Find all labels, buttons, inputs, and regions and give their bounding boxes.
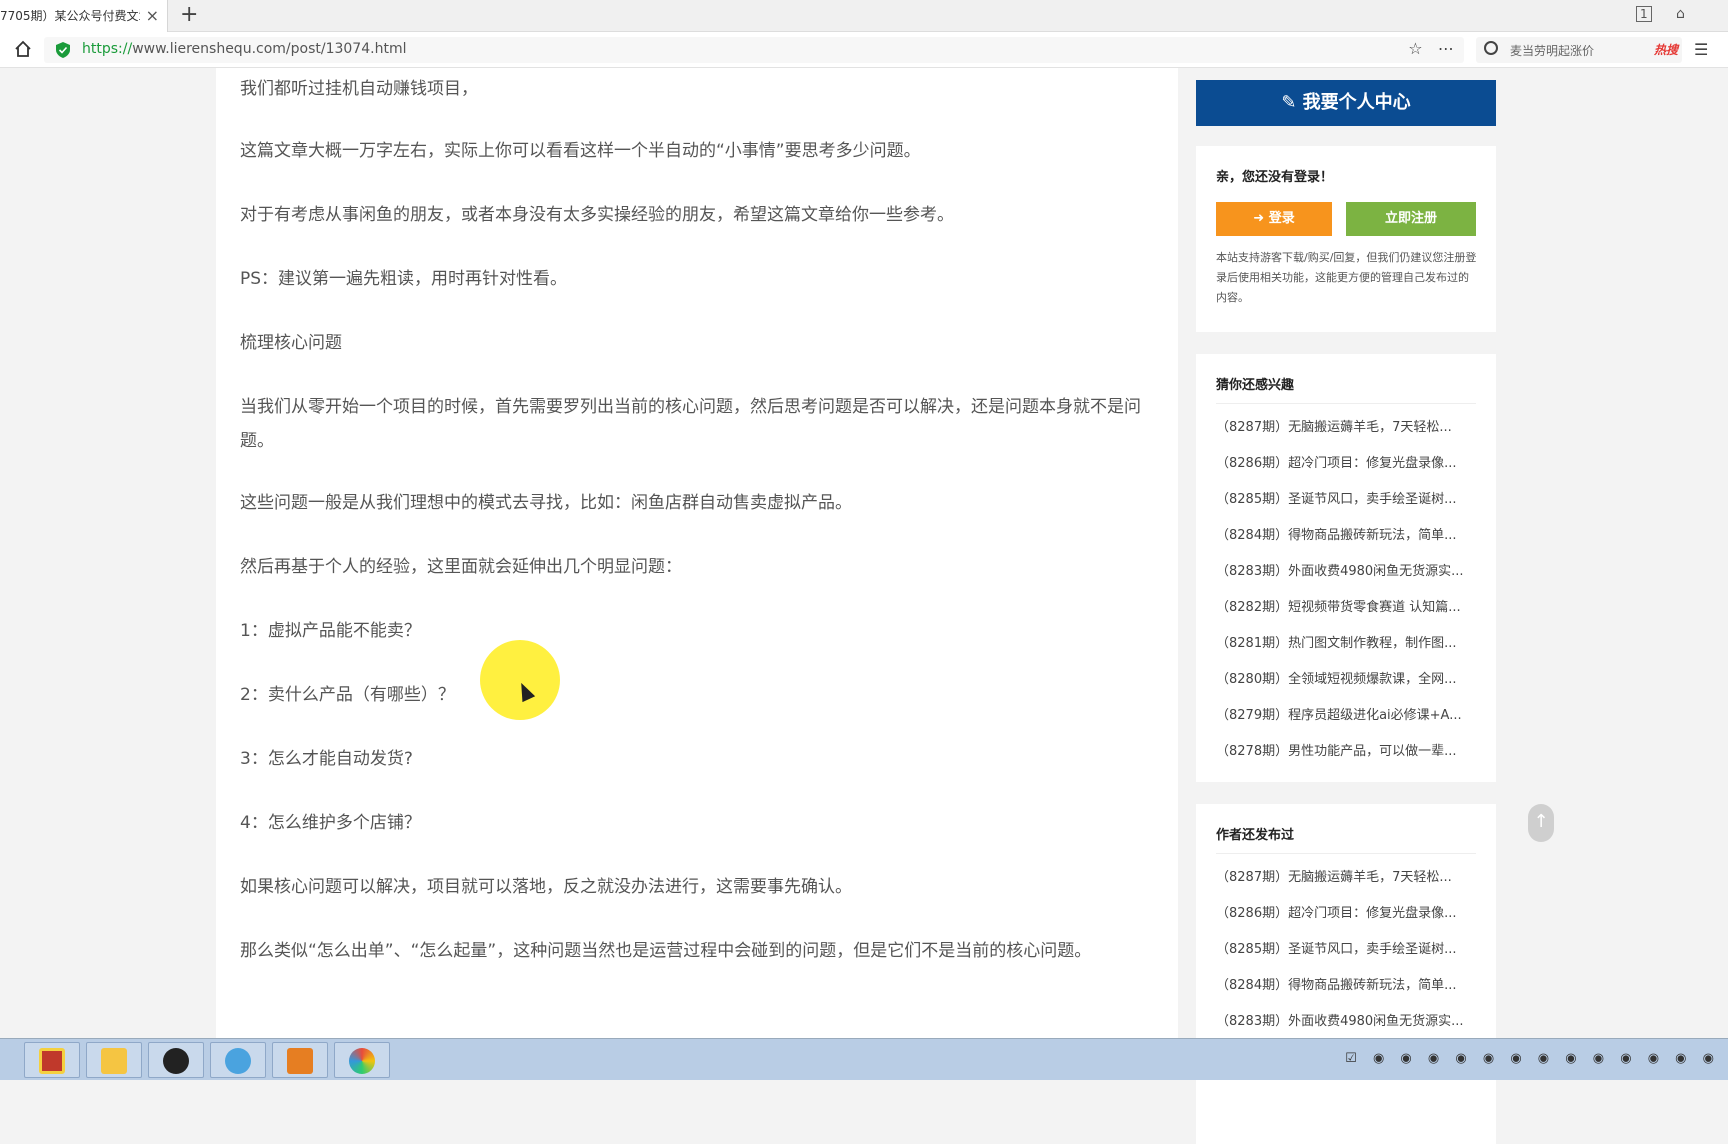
- article-paragraph: 我们都听过挂机自动赚钱项目，: [240, 79, 478, 99]
- author-title: 作者还发布过: [1216, 824, 1476, 854]
- article-paragraph: 对于有考虑从事闲鱼的朋友，或者本身没有太多实操经验的朋友，希望这篇文章给你一些参…: [240, 205, 954, 225]
- guess-link[interactable]: （8282期）短视频带货零食赛道 认知篇...: [1216, 590, 1478, 626]
- qq-penguin-icon: [163, 1048, 189, 1074]
- taskbar-app-3[interactable]: [148, 1042, 204, 1078]
- guess-title: 猜你还感兴趣: [1216, 374, 1476, 404]
- search-icon: [1484, 41, 1498, 55]
- article-paragraph: 如果核心问题可以解决，项目就可以落地，反之就没办法进行，这需要事先确认。: [240, 877, 852, 897]
- article-paragraph: 当我们从零开始一个项目的时候，首先需要罗列出当前的核心问题，然后思考问题是否可以…: [240, 397, 1141, 451]
- edit-icon: ✎: [1281, 92, 1303, 113]
- article-paragraph: 2：卖什么产品（有哪些）？: [240, 685, 455, 705]
- taskbar-app-4[interactable]: [210, 1042, 266, 1078]
- article-paragraph: 3：怎么才能自动发货?: [240, 749, 413, 769]
- guess-link[interactable]: （8286期）超冷门项目：修复光盘录像...: [1216, 446, 1478, 482]
- article-paragraph: 这些问题一般是从我们理想中的模式去寻找，比如：闲鱼店群自动售卖虚拟产品。: [240, 493, 852, 513]
- guess-you-like-card: 猜你还感兴趣 （8287期）无脑搬运薅羊毛，7天轻松... （8286期）超冷门…: [1196, 354, 1496, 782]
- star-icon[interactable]: ☆: [1408, 39, 1422, 58]
- url-scheme: https://: [82, 41, 133, 57]
- more-icon[interactable]: ⋯: [1438, 39, 1454, 58]
- url-field[interactable]: https://www.lierenshequ.com/post/13074.h…: [44, 37, 1464, 63]
- login-label: 登录: [1268, 211, 1295, 226]
- taskbar-app-5[interactable]: [272, 1042, 328, 1078]
- author-link[interactable]: （8284期）得物商品搬砖新玩法，简单...: [1216, 968, 1478, 1004]
- cursor-highlight: [480, 640, 560, 720]
- taskbar-app-1[interactable]: [24, 1042, 80, 1078]
- guess-link[interactable]: （8278期）男性功能产品，可以做一辈...: [1216, 734, 1478, 770]
- address-bar-row: https://www.lierenshequ.com/post/13074.h…: [0, 32, 1728, 68]
- browser-tab[interactable]: 7705期）某公众号付费文章 ×: [0, 0, 168, 32]
- extension-icon[interactable]: ☰: [1694, 40, 1708, 59]
- guess-list: （8287期）无脑搬运薅羊毛，7天轻松... （8286期）超冷门项目：修复光盘…: [1216, 410, 1478, 770]
- guess-link[interactable]: （8279期）程序员超级进化ai必修课+A...: [1216, 698, 1478, 734]
- guess-link[interactable]: （8283期）外面收费4980闲鱼无货源实...: [1216, 554, 1478, 590]
- author-link[interactable]: （8283期）外面收费4980闲鱼无货源实...: [1216, 1004, 1478, 1040]
- article-paragraph: 4：怎么维护多个店铺？: [240, 813, 421, 833]
- url-actions: ☆ ⋯: [1408, 39, 1464, 58]
- window-count-badge[interactable]: 1: [1636, 6, 1652, 22]
- url-path: www.lierenshequ.com/post/13074.html: [132, 41, 407, 57]
- close-tab-icon[interactable]: ×: [146, 0, 159, 32]
- taskbar-app-6[interactable]: [334, 1042, 390, 1078]
- tab-bar: 7705期）某公众号付费文章 × + 1 ⌂: [0, 0, 1728, 32]
- login-icon: ➜: [1253, 211, 1269, 226]
- new-tab-button[interactable]: +: [180, 0, 198, 30]
- presentation-icon: [287, 1048, 313, 1074]
- guess-link[interactable]: （8284期）得物商品搬砖新玩法，简单...: [1216, 518, 1478, 554]
- home-icon[interactable]: [14, 40, 32, 58]
- browser-icon: [349, 1048, 375, 1074]
- register-button[interactable]: 立即注册: [1346, 202, 1476, 236]
- secure-shield-icon: [56, 42, 70, 58]
- article-paragraph: 然后再基于个人的经验，这里面就会延伸出几个明显问题：: [240, 557, 682, 577]
- login-card: 亲，您还没有登录！ ➜ 登录 立即注册 本站支持游客下载/购买/回复，但我们仍建…: [1196, 146, 1496, 332]
- app-square-icon: [39, 1048, 65, 1074]
- author-link[interactable]: （8287期）无脑搬运薅羊毛，7天轻松...: [1216, 860, 1478, 896]
- login-button[interactable]: ➜ 登录: [1216, 202, 1332, 236]
- personal-center-label: 我要个人中心: [1302, 92, 1411, 113]
- login-prompt: 亲，您还没有登录！: [1216, 170, 1334, 185]
- taskbar-app-2[interactable]: [86, 1042, 142, 1078]
- personal-center-button[interactable]: ✎ 我要个人中心: [1196, 80, 1496, 126]
- article-paragraph: PS：建议第一遍先粗读，用时再针对性看。: [240, 269, 568, 289]
- author-posts-card: 作者还发布过 （8287期）无脑搬运薅羊毛，7天轻松... （8286期）超冷门…: [1196, 804, 1496, 1144]
- hot-search-badge[interactable]: 热搜: [1654, 41, 1678, 58]
- guess-link[interactable]: （8285期）圣诞节风口，卖手绘圣诞树...: [1216, 482, 1478, 518]
- login-note: 本站支持游客下载/购买/回复，但我们仍建议您注册登录后使用相关功能，这能更方便的…: [1216, 251, 1477, 304]
- back-to-top-button[interactable]: ↑: [1528, 804, 1554, 842]
- search-query: 麦当劳明起涨价: [1510, 44, 1595, 58]
- tab-title: 7705期）某公众号付费文章: [0, 9, 140, 23]
- network-app-icon: [225, 1048, 251, 1074]
- author-link[interactable]: （8285期）圣诞节风口，卖手绘圣诞树...: [1216, 932, 1478, 968]
- guess-link[interactable]: （8280期）全领域短视频爆款课，全网...: [1216, 662, 1478, 698]
- url-text: https://www.lierenshequ.com/post/13074.h…: [82, 41, 406, 57]
- guess-link[interactable]: （8287期）无脑搬运薅羊毛，7天轻松...: [1216, 410, 1478, 446]
- system-tray[interactable]: ☑ ◉ ◉ ◉ ◉ ◉ ◉ ◉ ◉ ◉ ◉ ◉ ◉ ◉: [1345, 1051, 1720, 1066]
- folder-icon: [101, 1048, 127, 1074]
- guess-link[interactable]: （8281期）热门图文制作教程，制作图...: [1216, 626, 1478, 662]
- taskbar: ☑ ◉ ◉ ◉ ◉ ◉ ◉ ◉ ◉ ◉ ◉ ◉ ◉ ◉: [0, 1038, 1728, 1080]
- article-paragraph: 1：虚拟产品能不能卖？: [240, 621, 421, 641]
- article-paragraph: 那么类似“怎么出单”、“怎么起量”，这种问题当然也是运营过程中会碰到的问题，但是…: [240, 941, 1092, 961]
- shirt-skin-icon[interactable]: ⌂: [1676, 6, 1685, 22]
- search-box[interactable]: 麦当劳明起涨价 热搜: [1476, 37, 1682, 63]
- article-paragraph: 这篇文章大概一万字左右，实际上你可以看看这样一个半自动的“小事情”要思考多少问题…: [240, 141, 921, 161]
- author-list: （8287期）无脑搬运薅羊毛，7天轻松... （8286期）超冷门项目：修复光盘…: [1216, 860, 1478, 1040]
- author-link[interactable]: （8286期）超冷门项目：修复光盘录像...: [1216, 896, 1478, 932]
- article-heading: 梳理核心问题: [240, 333, 342, 353]
- article-body: 我们都听过挂机自动赚钱项目， 这篇文章大概一万字左右，实际上你可以看看这样一个半…: [216, 68, 1178, 1038]
